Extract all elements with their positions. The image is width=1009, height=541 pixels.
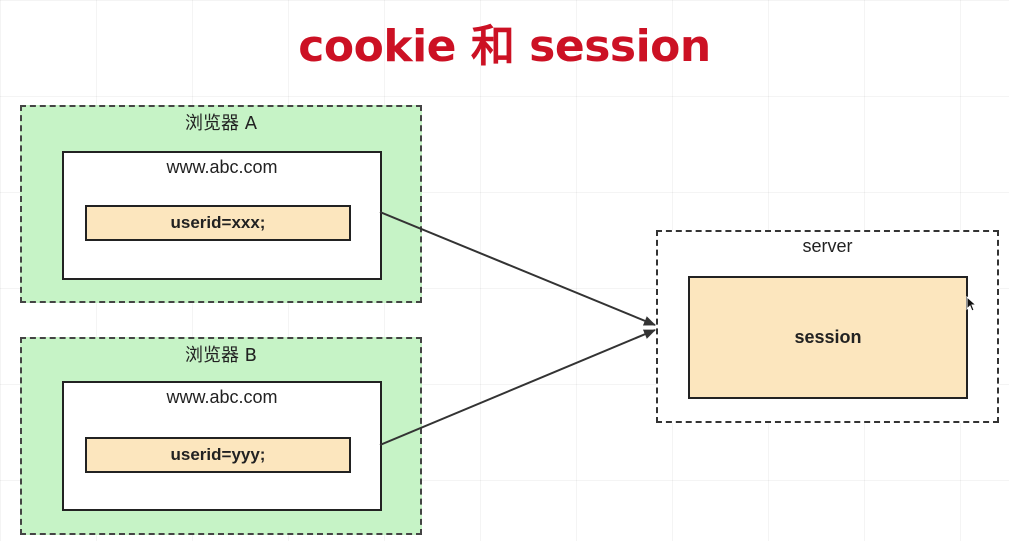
arrow-browser-a-to-server [379, 211, 656, 326]
connector-arrows [379, 211, 656, 446]
mouse-cursor-icon [966, 296, 978, 312]
arrow-browser-b-to-server [379, 329, 656, 446]
